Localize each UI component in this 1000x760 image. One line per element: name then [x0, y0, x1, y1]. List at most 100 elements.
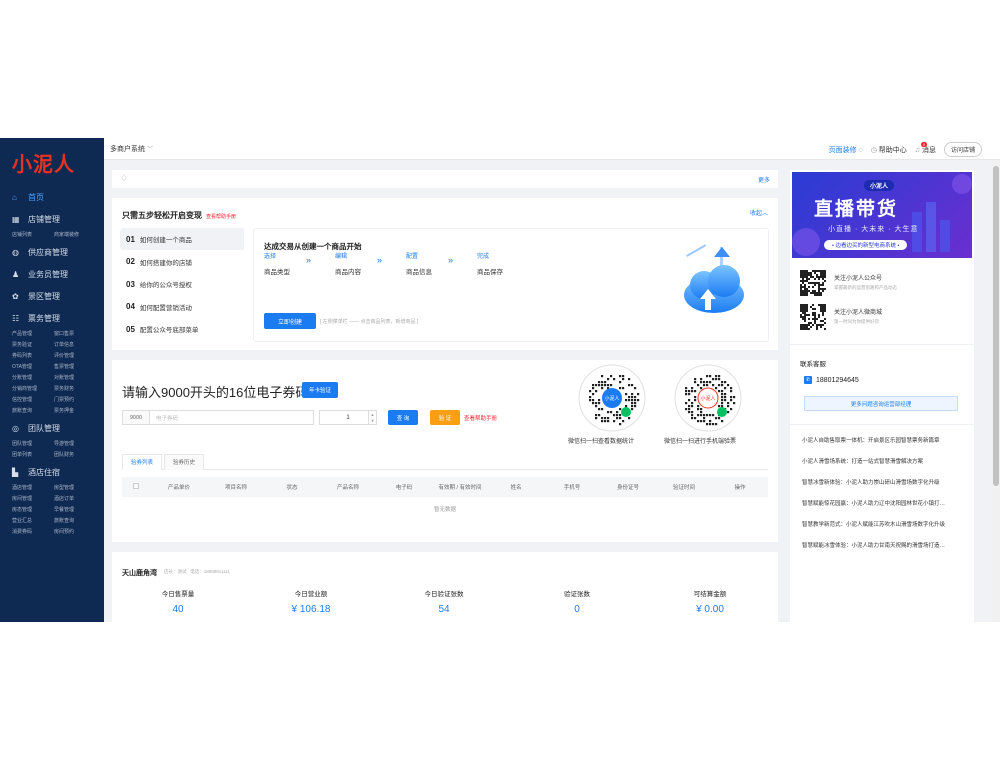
sidebar-subitem[interactable]: 信控管理: [12, 395, 52, 406]
store-icon: ▦: [12, 214, 20, 224]
sidebar-subitem[interactable]: 商家端装修: [54, 230, 94, 241]
step-item[interactable]: 02 如何搭建你的店铺: [120, 251, 244, 273]
sidebar-item[interactable]: ♟ 业务员管理: [0, 263, 104, 285]
sidebar-subitem[interactable]: 票务验证: [12, 340, 52, 351]
page-design-link[interactable]: 页面装修 ◌: [829, 145, 863, 155]
sidebar-item[interactable]: ◍ 供应商管理: [0, 241, 104, 263]
onboarding-steps-card: 只需五步轻松开启变现 查看帮助手册 收起︿ 01 如何创建一个商品 02 如何搭建你的店…: [112, 198, 778, 350]
coupon-tab[interactable]: 验券历史: [164, 454, 205, 470]
sidebar: 小泥人 ⌂ 首页 ▦ 店铺管理店铺列表 商家端装修 ◍ 供应商管理 ♟ 业务员管理 ✿ 景区管理 ☷ 票…: [0, 138, 104, 622]
news-item[interactable]: 小泥人滑雪场系统：打造一站式智慧滑雪解决方案: [802, 457, 968, 465]
sidebar-subitem[interactable]: 房间预约: [54, 527, 94, 538]
step-item[interactable]: 03 给你的公众号授权: [120, 273, 244, 295]
sidebar-subitem[interactable]: 酒店管理: [12, 483, 52, 494]
sidebar-subitem[interactable]: 酒店订单: [54, 494, 94, 505]
step-label: 如何搭建你的店铺: [139, 259, 192, 267]
stepper-up-icon[interactable]: ▲: [371, 412, 375, 417]
sidebar-subitem[interactable]: 票务押金: [54, 406, 94, 417]
table-empty-state: 暂无数据: [433, 507, 456, 513]
sidebar-item[interactable]: ◎ 团队管理: [0, 417, 104, 439]
news-item[interactable]: 智慧赋能冰雪体验：小泥人助力甘南天祝赐的滑雪场打造…: [802, 541, 968, 549]
scrollbar-thumb[interactable]: [993, 166, 999, 486]
sidebar-subitem[interactable]: 团队财务: [54, 450, 94, 461]
sidebar-subitem[interactable]: 团队管理: [12, 439, 52, 450]
service-phone-number: 18801294645: [816, 376, 859, 384]
sidebar-subitem[interactable]: 房态管理: [12, 505, 52, 516]
select-all-checkbox[interactable]: [122, 483, 150, 491]
page-scrollbar[interactable]: [992, 160, 1000, 622]
sidebar-subitem[interactable]: 对账管理: [54, 373, 94, 384]
sidebar-subitem[interactable]: 票务财务: [54, 384, 94, 395]
sidebar-subitem[interactable]: 分销商管理: [12, 384, 52, 395]
sidebar-subitem[interactable]: 房型管理: [54, 483, 94, 494]
topbar-actions: 页面装修 ◌ ◷ 帮助中心 ♫ 0 消息 访问店铺: [829, 141, 982, 157]
sidebar-subitem[interactable]: 导游管理: [54, 439, 94, 450]
sidebar-subitem[interactable]: 早餐管理: [54, 505, 94, 516]
stage-value: 商品内容: [335, 269, 361, 276]
year-card-verify-button[interactable]: 年卡验证: [302, 382, 339, 398]
sidebar-subitem[interactable]: 产品管理: [12, 329, 52, 340]
column-header: 产品单价: [167, 485, 190, 491]
steps-collapse-button[interactable]: 收起︿: [750, 208, 768, 217]
step-item[interactable]: 04 如何配置营销活动: [120, 296, 244, 318]
sidebar-subitem[interactable]: 门票预约: [54, 395, 94, 406]
follow-official-account[interactable]: 关注小泥人公众号 掌握最新的运营思路和产品动态: [800, 270, 970, 298]
system-switcher[interactable]: 多商户系统 ﹀: [110, 144, 153, 154]
coupon-tab[interactable]: 验券列表: [122, 454, 163, 470]
live-commerce-banner[interactable]: 小泥人 直播带货 小直播 · 大未来 · 大生意 • 边看边买的新型电商系统 •: [792, 172, 972, 258]
sidebar-subitem[interactable]: 售票管理: [54, 362, 94, 373]
news-item[interactable]: 小泥人自助售取票一体机：开启景区乐园智慧票务新篇章: [802, 436, 968, 444]
sidebar-item[interactable]: ✿ 景区管理: [0, 285, 104, 307]
sidebar-item[interactable]: ⌂ 首页: [0, 186, 104, 208]
sidebar-subitem[interactable]: 评价管理: [54, 351, 94, 362]
notice-more-link[interactable]: 更多: [758, 175, 770, 184]
contact-title: 联系客服: [800, 361, 826, 368]
stepper-arrows[interactable]: ▲ ▼: [368, 411, 376, 424]
quantity-stepper[interactable]: 1 ▲ ▼: [319, 410, 377, 425]
sidebar-subitem[interactable]: 订单信息: [54, 340, 94, 351]
steps-help-link[interactable]: 查看帮助手册: [206, 214, 236, 220]
sidebar-subitem[interactable]: 店铺列表: [12, 230, 52, 241]
help-center-link[interactable]: ◷ 帮助中心: [871, 145, 907, 155]
query-button[interactable]: 查 询: [388, 410, 418, 425]
banner-title: 直播带货: [814, 199, 899, 220]
sidebar-subitem[interactable]: 消费券码: [12, 527, 52, 538]
sidebar-item[interactable]: ▦ 店铺管理: [0, 208, 104, 230]
news-item[interactable]: 智慧赋能惊花园赢：小泥人助力辽中沈阳园林世花小镇打…: [802, 499, 968, 507]
messages-link[interactable]: ♫ 0 消息: [915, 141, 936, 155]
visit-store-button[interactable]: 访问店铺: [943, 142, 982, 157]
follow-mall[interactable]: 关注小泥人微商城 第一时间为你提供好货: [800, 304, 970, 332]
consult-manager-button[interactable]: 更多问题咨询运营部经理: [804, 396, 958, 411]
service-phone: ✆ 18801294645: [804, 376, 859, 384]
step-item[interactable]: 05 配置公众号底部菜单: [120, 318, 244, 340]
sidebar-subitem[interactable]: 团单列表: [12, 450, 52, 461]
create-now-button[interactable]: 立即创建: [264, 313, 316, 329]
sidebar-item-label: 店铺管理: [28, 214, 60, 224]
sidebar-subitem[interactable]: 房间管理: [12, 494, 52, 505]
sidebar-subitem[interactable]: 窗口售票: [54, 329, 94, 340]
stage-value: 商品保存: [477, 269, 503, 276]
sidebar-subitem[interactable]: 营业汇总: [12, 516, 52, 527]
svg-text:小泥人: 小泥人: [604, 395, 619, 402]
sidebar-subitem[interactable]: 券码列表: [12, 351, 52, 362]
stat-value: 40: [172, 604, 184, 615]
stepper-down-icon[interactable]: ▼: [371, 418, 375, 423]
step-item[interactable]: 01 如何创建一个商品: [120, 228, 244, 250]
steps-title-text: 只需五步轻松开启变现: [122, 211, 202, 220]
sidebar-subitem[interactable]: 旅账查询: [12, 406, 52, 417]
coupon-code-input[interactable]: 电子券码: [150, 410, 314, 425]
verify-button[interactable]: 验 证: [430, 410, 460, 425]
logo[interactable]: 小泥人: [0, 138, 104, 186]
coupon-help-link[interactable]: 查看帮助手册: [464, 414, 497, 422]
banner-pill: • 边看边买的新型电商系统 •: [824, 240, 908, 250]
sidebar-subitem[interactable]: 分账管理: [12, 373, 52, 384]
news-item[interactable]: 智慧教学新范式：小泥人赋能江苏吹木山滑雪场数字化升级: [802, 520, 968, 528]
sidebar-subitem[interactable]: 旅账查询: [54, 516, 94, 527]
sidebar-item[interactable]: ▙ 酒店住宿: [0, 461, 104, 483]
step-number: 02: [126, 257, 135, 266]
divider: [790, 424, 974, 425]
news-item[interactable]: 智慧冰雪新体验：小泥人助力崇山研山滑雪场数字化升级: [802, 478, 968, 486]
sidebar-subitem[interactable]: OTA管理: [12, 362, 52, 373]
sidebar-item[interactable]: ☷ 票务管理: [0, 307, 104, 329]
stat-value: ¥ 106.18: [291, 604, 331, 615]
